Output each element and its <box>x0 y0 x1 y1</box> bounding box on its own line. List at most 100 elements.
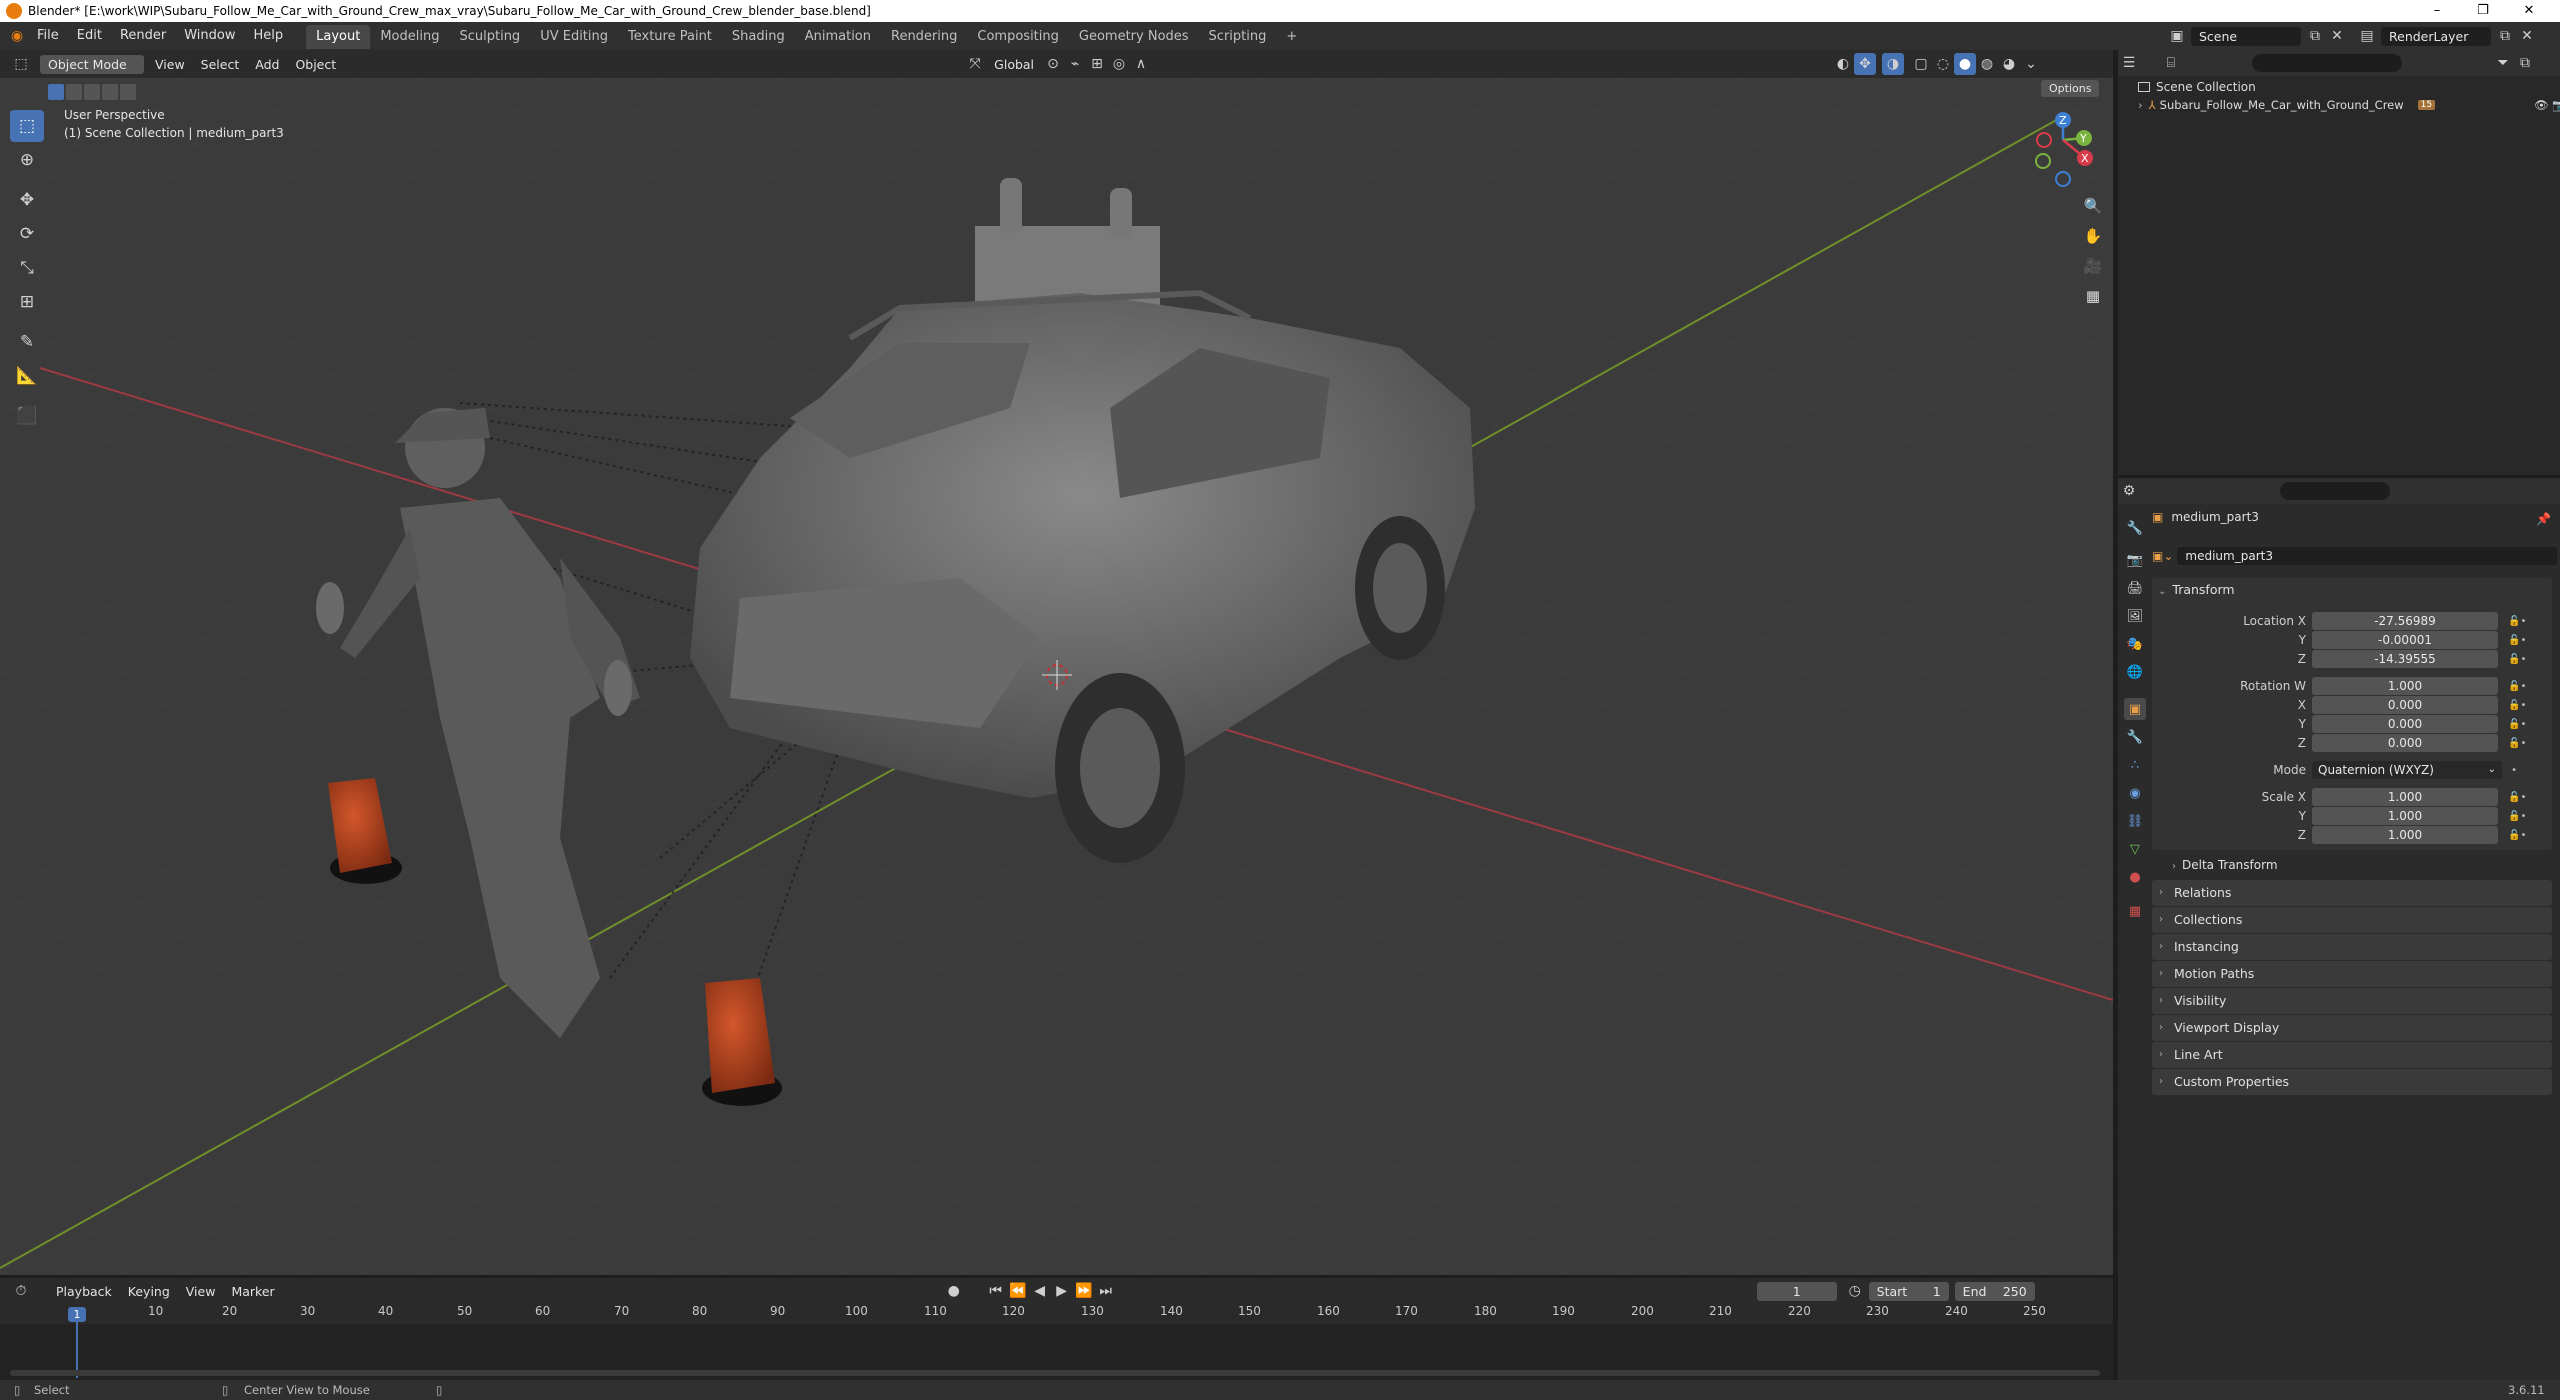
jump-start-icon[interactable]: ⏮ <box>985 1280 1007 1302</box>
proportional-edit-icon[interactable]: ◎ <box>1108 53 1130 75</box>
delete-layer-icon[interactable]: ✕ <box>2516 25 2538 47</box>
outliner-row-scene-collection[interactable]: Scene Collection <box>2138 80 2256 94</box>
visibility-filter-icon[interactable]: ◐ <box>1832 53 1854 75</box>
blender-menu-icon[interactable]: ◉ <box>6 25 28 47</box>
menu-window[interactable]: Window <box>175 22 244 50</box>
3d-viewport[interactable]: Z Y X User Perspective (1) Scene Collect… <box>0 78 2113 1275</box>
timeline-menu-keying[interactable]: Keying <box>120 1284 178 1299</box>
material-shading-icon[interactable]: ◍ <box>1976 53 1998 75</box>
options-button[interactable]: Options <box>2041 80 2100 97</box>
render-tab-icon[interactable]: 📷 <box>2124 549 2146 571</box>
properties-editor-icon[interactable]: ⚙ <box>2118 480 2140 502</box>
scale-z-field[interactable]: 1.000 <box>2312 826 2498 844</box>
location-y-field[interactable]: -0.00001 <box>2312 631 2498 649</box>
pivot-icon[interactable]: ⊙ <box>1042 53 1064 75</box>
viewport-menu-add[interactable]: Add <box>247 57 287 72</box>
orientation-selector[interactable]: Global <box>986 57 1042 72</box>
viewport-menu-select[interactable]: Select <box>193 57 248 72</box>
viewport-menu-object[interactable]: Object <box>287 57 344 72</box>
end-frame-field[interactable]: End 250 <box>1954 1281 2035 1301</box>
camera-view-icon[interactable]: 🎥 <box>2078 251 2108 281</box>
snap-target-icon[interactable]: ⊞ <box>1086 53 1108 75</box>
annotate-tool[interactable]: ✎ <box>10 326 44 358</box>
rotate-tool[interactable]: ⟳ <box>10 218 44 250</box>
visibility-eye-icon[interactable]: 👁 <box>2534 98 2549 112</box>
rotation-w-field[interactable]: 1.000 <box>2312 677 2498 695</box>
delete-scene-icon[interactable]: ✕ <box>2326 25 2348 47</box>
new-collection-icon[interactable]: ⧉ <box>2514 52 2536 74</box>
pan-hand-icon[interactable]: ✋ <box>2078 221 2108 251</box>
object-browse-icon[interactable]: ▣⌄ <box>2152 549 2173 563</box>
timeline-editor-icon[interactable]: ⏱ <box>10 1280 32 1302</box>
view-layer-tab-icon[interactable]: 🖼 <box>2124 605 2146 627</box>
panel-custom-properties[interactable]: › Custom Properties <box>2152 1069 2552 1095</box>
mode-selector[interactable]: Object Mode <box>40 54 144 74</box>
maximize-button[interactable]: ❐ <box>2460 0 2506 22</box>
xray-toggle-icon[interactable]: ▢ <box>1910 53 1932 75</box>
filter-icon[interactable]: ⏷ <box>2492 52 2514 74</box>
viewport-menu-view[interactable]: View <box>147 57 193 72</box>
properties-search-field[interactable] <box>2280 482 2390 500</box>
tab-modeling[interactable]: Modeling <box>370 25 449 49</box>
menu-file[interactable]: File <box>28 22 68 50</box>
particles-tab-icon[interactable]: ∴ <box>2124 754 2146 776</box>
rotation-mode-dropdown[interactable]: Quaternion (WXYZ) ⌄ <box>2312 761 2502 779</box>
render-layer-selector[interactable]: RenderLayer <box>2381 26 2491 46</box>
world-tab-icon[interactable]: 🌐 <box>2124 661 2146 683</box>
object-tab-icon[interactable]: ▣ <box>2124 698 2146 720</box>
rotation-z-field[interactable]: 0.000 <box>2312 734 2498 752</box>
panel-line-art[interactable]: › Line Art <box>2152 1042 2552 1068</box>
current-frame-field[interactable]: 1 <box>1756 1281 1837 1301</box>
menu-help[interactable]: Help <box>245 22 293 50</box>
tab-scripting[interactable]: Scripting <box>1199 25 1277 49</box>
preview-range-icon[interactable]: ◷ <box>1844 1280 1866 1302</box>
play-reverse-icon[interactable]: ◀ <box>1029 1280 1051 1302</box>
overlay-toggle-icon[interactable]: ◑ <box>1882 53 1905 75</box>
tab-geometry-nodes[interactable]: Geometry Nodes <box>1069 25 1199 49</box>
display-mode-icon[interactable]: ⌸ <box>2160 52 2182 74</box>
move-tool[interactable]: ✥ <box>10 184 44 216</box>
select-box-tool[interactable]: ⬚ <box>10 110 44 142</box>
snap-icon[interactable]: ⌁ <box>1064 53 1086 75</box>
add-cube-tool[interactable]: ⬛ <box>10 400 44 432</box>
jump-end-icon[interactable]: ⏭ <box>1095 1280 1117 1302</box>
panel-instancing[interactable]: › Instancing <box>2152 934 2552 960</box>
playhead-frame-badge[interactable]: 1 <box>68 1307 86 1322</box>
select-new-icon[interactable] <box>48 84 64 100</box>
close-button[interactable]: ✕ <box>2506 0 2552 22</box>
cursor-tool[interactable]: ⊕ <box>10 144 44 176</box>
tab-sculpting[interactable]: Sculpting <box>449 25 530 49</box>
modifier-tab-icon[interactable]: 🔧 <box>2124 726 2146 748</box>
select-subtract-icon[interactable] <box>84 84 100 100</box>
panel-motion-paths[interactable]: › Motion Paths <box>2152 961 2552 987</box>
editor-type-icon[interactable]: ⬚ <box>10 53 32 75</box>
falloff-icon[interactable]: ∧ <box>1130 53 1152 75</box>
play-icon[interactable]: ▶ <box>1051 1280 1073 1302</box>
location-x-field[interactable]: -27.56989 <box>2312 612 2498 630</box>
solid-shading-icon[interactable]: ● <box>1954 53 1977 75</box>
tab-animation[interactable]: Animation <box>795 25 881 49</box>
tool-tab-icon[interactable]: 🔧 <box>2124 517 2146 539</box>
minimize-button[interactable]: – <box>2414 0 2460 22</box>
select-intersect-icon[interactable] <box>120 84 136 100</box>
tab-compositing[interactable]: Compositing <box>967 25 1069 49</box>
constraints-tab-icon[interactable]: ⛓ <box>2124 810 2146 832</box>
outliner-search-field[interactable] <box>2252 54 2402 72</box>
location-z-field[interactable]: -14.39555 <box>2312 650 2498 668</box>
ortho-grid-icon[interactable]: ▦ <box>2078 281 2108 311</box>
panel-collections[interactable]: › Collections <box>2152 907 2552 933</box>
scale-x-field[interactable]: 1.000 <box>2312 788 2498 806</box>
timeline-menu-view[interactable]: View <box>178 1284 224 1299</box>
scene-tab-icon[interactable]: 🎭 <box>2124 633 2146 655</box>
menu-render[interactable]: Render <box>111 22 175 50</box>
delta-transform-subpanel[interactable]: › Delta Transform <box>2172 858 2278 872</box>
timeline-menu-playback[interactable]: Playback <box>48 1284 120 1299</box>
tab-rendering[interactable]: Rendering <box>881 25 967 49</box>
panel-relations[interactable]: › Relations <box>2152 880 2552 906</box>
jump-keyframe-forward-icon[interactable]: ⏩ <box>1073 1280 1095 1302</box>
physics-tab-icon[interactable]: ◉ <box>2124 782 2146 804</box>
render-camera-icon[interactable]: 📷 <box>2552 98 2560 112</box>
select-extend-icon[interactable] <box>66 84 82 100</box>
texture-tab-icon[interactable]: ▦ <box>2124 900 2146 922</box>
transform-panel-header[interactable]: ⌄ Transform <box>2158 582 2235 597</box>
